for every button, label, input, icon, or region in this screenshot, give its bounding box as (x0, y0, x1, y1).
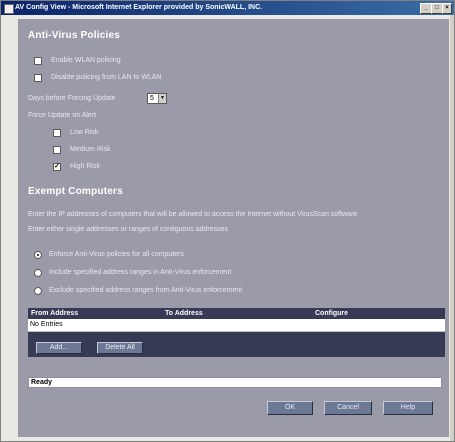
configure-header: Configure (315, 310, 349, 317)
exempt-description-1: Enter the IP addresses of computers that… (28, 211, 358, 218)
exempt-section-title: Exempt Computers (28, 186, 123, 197)
table-row: No Entries (28, 319, 445, 332)
window-title: AV Config View - Microsoft Internet Expl… (15, 4, 263, 11)
days-before-forcing-select[interactable]: 5 ▼ (147, 93, 167, 104)
from-address-header: From Address (31, 310, 79, 317)
address-table-footer: Add... Delete All (28, 332, 445, 357)
low-risk-label: Low Risk (70, 129, 99, 136)
disable-lan-to-wlan-checkbox[interactable] (34, 74, 42, 82)
delete-all-button[interactable]: Delete All (97, 342, 143, 354)
force-update-label: Force Update on Alert (28, 112, 97, 119)
help-button[interactable]: Help (383, 401, 433, 415)
high-risk-label: High Risk (70, 163, 100, 170)
title-bar: AV Config View - Microsoft Internet Expl… (1, 1, 454, 15)
disable-lan-to-wlan-label: Disable policing from LAN to WLAN (51, 74, 162, 81)
include-ranges-label: Include specified address ranges in Anti… (49, 269, 232, 276)
days-before-forcing-label: Days before Forcing Update (28, 95, 116, 102)
exclude-ranges-radio[interactable] (34, 287, 42, 295)
medium-risk-checkbox[interactable] (53, 146, 61, 154)
scrollbar[interactable] (450, 15, 454, 441)
medium-risk-label: Medium Risk (70, 146, 111, 153)
enable-wlan-policing-label: Enable WLAN policing (51, 57, 121, 64)
cancel-button[interactable]: Cancel (324, 401, 372, 415)
status-field: Ready (28, 377, 442, 388)
days-before-forcing-value: 5 (150, 95, 154, 102)
enable-wlan-policing-checkbox[interactable] (34, 57, 42, 65)
add-button[interactable]: Add... (36, 342, 82, 354)
no-entries-text: No Entries (30, 321, 63, 328)
enforce-all-label: Enforce Anti-Virus policies for all comp… (49, 251, 184, 258)
exempt-description-2: Enter either single addresses or ranges … (28, 226, 229, 233)
address-table-header: From Address To Address Configure (28, 308, 445, 319)
close-button[interactable]: × (442, 3, 452, 14)
ok-button[interactable]: OK (267, 401, 313, 415)
exclude-ranges-label: Exclude specified address ranges from An… (49, 287, 243, 294)
include-ranges-radio[interactable] (34, 269, 42, 277)
chevron-down-icon: ▼ (158, 94, 166, 103)
browser-window: AV Config View - Microsoft Internet Expl… (0, 0, 455, 442)
ie-page-icon (4, 4, 14, 14)
high-risk-checkbox[interactable]: ✓ (53, 163, 61, 171)
low-risk-checkbox[interactable] (53, 129, 61, 137)
antivirus-section-title: Anti-Virus Policies (28, 30, 120, 41)
to-address-header: To Address (165, 310, 203, 317)
enforce-all-radio[interactable] (34, 251, 42, 259)
